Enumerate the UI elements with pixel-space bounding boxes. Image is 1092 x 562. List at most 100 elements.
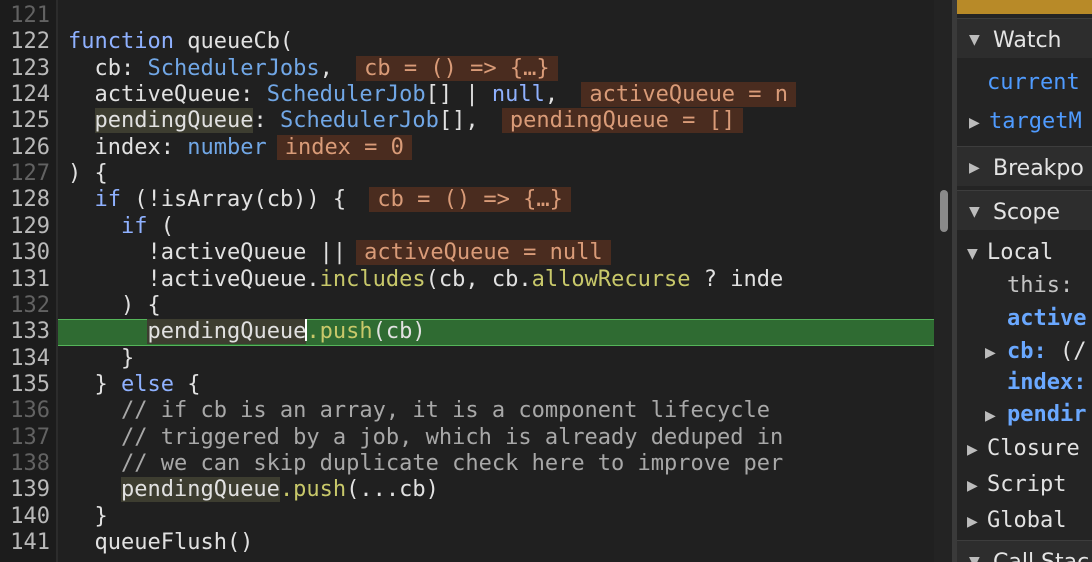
inline-value[interactable]: activeQueue = null [356, 240, 611, 266]
line-number[interactable]: 126 [0, 135, 50, 161]
code-line[interactable]: 128 if (!isArray(cb)) { cb = () => {…} [0, 187, 952, 213]
editor-scrollbar-thumb[interactable] [940, 190, 948, 232]
line-number[interactable]: 128 [0, 187, 50, 213]
code-line[interactable]: 125 pendingQueue: SchedulerJob[], pendin… [0, 108, 952, 134]
code-line[interactable]: 122 function queueCb( [0, 29, 952, 55]
code-text[interactable]: activeQueue: SchedulerJob[] | null, acti… [68, 82, 797, 108]
scope-global[interactable]: Global [987, 508, 1066, 533]
chevron-right-icon[interactable]: ▶ [967, 514, 978, 530]
inline-value[interactable]: cb = () => {…} [356, 55, 558, 81]
scope-script[interactable]: Script [987, 472, 1066, 497]
code-token: pendingQueue [147, 319, 307, 345]
watch-section-header[interactable]: ▼ Watch [957, 18, 1092, 58]
code-text[interactable]: } [68, 346, 134, 372]
code-line[interactable]: 123 cb: SchedulerJobs, cb = () => {…} [0, 55, 952, 82]
line-number[interactable]: 124 [0, 82, 50, 108]
chevron-right-icon[interactable]: ▶ [967, 442, 978, 458]
line-number[interactable]: 136 [0, 398, 50, 424]
line-number[interactable]: 129 [0, 214, 50, 240]
code-text[interactable]: pendingQueue.push(...cb) [68, 477, 439, 503]
code-token: else [120, 371, 174, 397]
line-number[interactable]: 122 [0, 29, 50, 55]
line-number[interactable]: 121 [0, 3, 50, 29]
code-text[interactable]: !activeQueue || activeQueue = null [68, 240, 611, 266]
line-number[interactable]: 133 [0, 319, 50, 345]
callstack-section-header[interactable]: ▼ Call Stac [957, 540, 1092, 562]
watch-expression-current[interactable]: current [987, 70, 1080, 95]
code-line[interactable]: 121 [0, 3, 952, 29]
inline-value[interactable]: activeQueue = n [581, 82, 797, 108]
code-line[interactable]: 141 queueFlush() [0, 530, 952, 556]
code-line[interactable]: 136 // if cb is an array, it is a compon… [0, 398, 952, 424]
code-line[interactable]: 138 // we can skip duplicate check here … [0, 451, 952, 477]
line-number[interactable]: 135 [0, 372, 50, 398]
code-line[interactable]: 131 !activeQueue.includes(cb, cb.allowRe… [0, 267, 952, 293]
line-number[interactable]: 130 [0, 240, 50, 266]
code-line[interactable]: 127 ) { [0, 161, 952, 187]
inline-value[interactable]: index = 0 [276, 134, 412, 160]
code-line[interactable]: 124 activeQueue: SchedulerJob[] | null, … [0, 82, 952, 108]
chevron-right-icon[interactable]: ▶ [967, 478, 978, 494]
scope-var-cb[interactable]: cb: (/ [1007, 339, 1087, 364]
code-line[interactable]: 134 } [0, 346, 952, 372]
code-text[interactable]: pendingQueue: SchedulerJob[], pendingQue… [68, 108, 744, 134]
inline-value[interactable]: pendingQueue = [] [501, 108, 744, 134]
line-number[interactable]: 134 [0, 346, 50, 372]
code-line[interactable]: 137 // triggered by a job, which is alre… [0, 425, 952, 451]
line-number[interactable]: 132 [0, 293, 50, 319]
line-number[interactable]: 139 [0, 477, 50, 503]
inline-value[interactable]: cb = () => {…} [369, 187, 571, 213]
chevron-down-icon[interactable]: ▼ [967, 246, 978, 262]
code-line[interactable]: 139 pendingQueue.push(...cb) [0, 477, 952, 503]
line-number[interactable]: 127 [0, 161, 50, 187]
code-text[interactable]: // if cb is an array, it is a component … [68, 398, 770, 424]
line-number[interactable]: 141 [0, 530, 50, 556]
code-text[interactable]: cb: SchedulerJobs, cb = () => {…} [68, 55, 558, 82]
code-text[interactable]: pendingQueue.push(cb) [68, 319, 426, 345]
breakpoints-section-header[interactable]: ▶ Breakpo [957, 146, 1092, 186]
scope-var-this[interactable]: this: [1007, 273, 1073, 298]
code-line[interactable]: 126 index: number index = 0 [0, 134, 952, 161]
scope-var-index[interactable]: index: [1007, 370, 1086, 395]
code-line[interactable]: 129 if ( [0, 214, 952, 240]
line-number[interactable]: 138 [0, 451, 50, 477]
code-token: (...cb) [346, 477, 439, 503]
scope-local-label[interactable]: Local [987, 240, 1053, 265]
scope-var-cb-value: (/ [1046, 339, 1087, 364]
code-token: number [187, 134, 267, 160]
code-text[interactable]: // triggered by a job, which is already … [68, 425, 783, 451]
code-text[interactable]: if ( [68, 214, 174, 240]
code-editor[interactable]: 121 122 function queueCb(123 cb: Scheduler… [0, 0, 952, 562]
code-text[interactable]: !activeQueue.includes(cb, cb.allowRecurs… [68, 267, 783, 293]
code-text[interactable]: } else { [68, 372, 200, 398]
code-text[interactable]: function queueCb( [68, 29, 293, 55]
line-number[interactable]: 137 [0, 425, 50, 451]
code-text[interactable]: if (!isArray(cb)) { cb = () => {…} [68, 187, 571, 213]
code-line[interactable]: 140 } [0, 504, 952, 530]
code-text[interactable]: queueFlush() [68, 530, 253, 556]
code-token: if [120, 213, 148, 239]
watch-expression-targetm[interactable]: targetM [989, 109, 1082, 134]
line-number[interactable]: 125 [0, 108, 50, 134]
editor-scrollbar-track[interactable] [934, 0, 952, 562]
chevron-right-icon[interactable]: ▶ [985, 345, 996, 361]
code-line-current[interactable]: 133 pendingQueue.push(cb) [0, 319, 952, 346]
line-number[interactable]: 131 [0, 267, 50, 293]
scope-var-activequeue[interactable]: active [1007, 306, 1086, 331]
code-token: pendingQueue [94, 108, 254, 134]
chevron-right-icon[interactable]: ▶ [969, 115, 980, 131]
chevron-right-icon[interactable]: ▶ [985, 408, 996, 424]
code-text[interactable]: // we can skip duplicate check here to i… [68, 451, 783, 477]
line-number[interactable]: 123 [0, 56, 50, 82]
code-text[interactable]: index: number index = 0 [68, 134, 412, 161]
code-line[interactable]: 132 ) { [0, 293, 952, 319]
code-text[interactable]: ) { [68, 161, 108, 187]
code-text[interactable]: } [68, 504, 107, 530]
code-text[interactable]: ) { [68, 293, 161, 319]
scope-var-pendingqueue[interactable]: pendir [1007, 402, 1086, 427]
code-line[interactable]: 130 !activeQueue || activeQueue = null [0, 240, 952, 266]
code-line[interactable]: 135 } else { [0, 372, 952, 398]
scope-closure[interactable]: Closure [987, 436, 1080, 461]
scope-section-header[interactable]: ▼ Scope [957, 190, 1092, 230]
line-number[interactable]: 140 [0, 504, 50, 530]
